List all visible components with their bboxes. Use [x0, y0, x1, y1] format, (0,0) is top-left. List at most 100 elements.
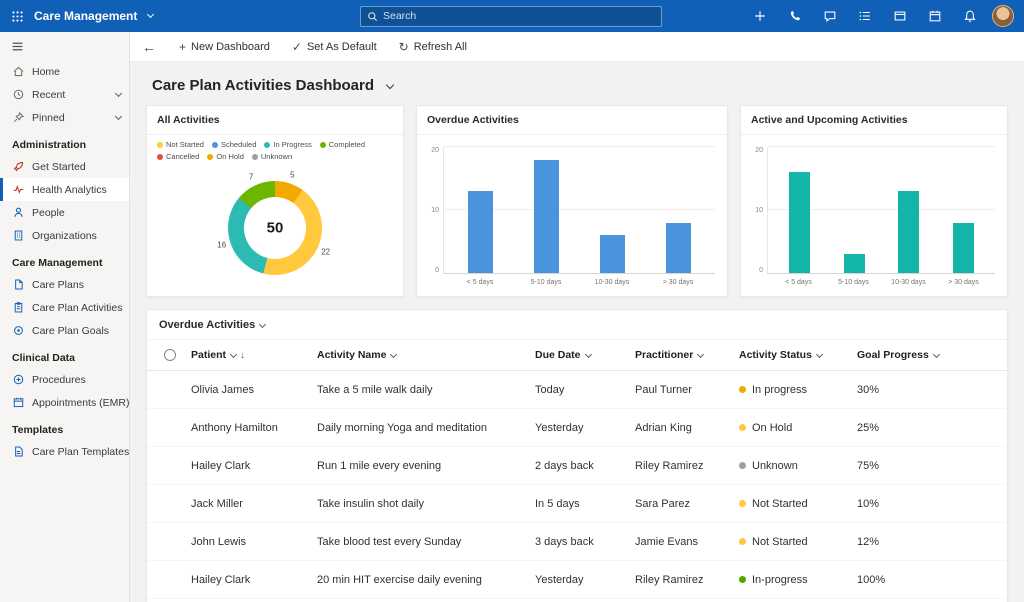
column-header-patient[interactable]: Patient ↓ — [191, 349, 317, 361]
column-header-practitioner[interactable]: Practitioner — [635, 349, 739, 361]
main-content: ← + New Dashboard ✓ Set As Default ↻ Ref… — [130, 32, 1024, 602]
set-as-default-button[interactable]: ✓ Set As Default — [281, 32, 388, 61]
status-dot — [739, 500, 746, 507]
status-dot — [739, 462, 746, 469]
home-icon — [12, 65, 25, 78]
legend-label: Unknown — [261, 152, 292, 162]
sidebar-collapse-icon[interactable] — [0, 32, 129, 60]
column-header-due-date[interactable]: Due Date — [535, 349, 635, 361]
sidebar-item-organizations[interactable]: Organizations — [0, 224, 129, 247]
expand-chevron-icon[interactable] — [111, 112, 121, 124]
column-header-activity-name[interactable]: Activity Name — [317, 349, 535, 361]
window-icon[interactable] — [887, 3, 913, 29]
sidebar-item-home[interactable]: Home — [0, 60, 129, 83]
overdue-bar-chart: 20100 < 5 days5-10 days10-30 days> 30 da… — [417, 135, 727, 296]
bar[interactable] — [666, 223, 691, 273]
sidebar-item-label: Pinned — [32, 112, 65, 124]
bar[interactable] — [898, 191, 919, 273]
bell-icon[interactable] — [957, 3, 983, 29]
cell-patient: Olivia James — [191, 384, 317, 396]
expand-chevron-icon[interactable] — [111, 89, 121, 101]
legend-label: Not Started — [166, 140, 204, 150]
sidebar-item-recent[interactable]: Recent — [0, 83, 129, 106]
template-document-icon — [12, 445, 25, 458]
user-avatar[interactable] — [992, 5, 1014, 27]
sidebar-item-label: People — [32, 207, 65, 219]
cell-goal-progress: 75% — [857, 460, 1007, 472]
search-icon — [367, 11, 378, 22]
bar[interactable] — [953, 223, 974, 273]
sidebar-item-people[interactable]: People — [0, 201, 129, 224]
topbar-icons — [747, 3, 1024, 29]
sidebar-item-get-started[interactable]: Get Started — [0, 155, 129, 178]
add-icon[interactable] — [747, 3, 773, 29]
refresh-all-button[interactable]: ↻ Refresh All — [388, 32, 478, 61]
cell-activity-name: Daily morning Yoga and meditation — [317, 422, 535, 434]
x-tick-label: 5-10 days — [513, 279, 579, 286]
donut-value-label: 7 — [249, 173, 253, 182]
phone-icon[interactable] — [782, 3, 808, 29]
column-header-goal-progress[interactable]: Goal Progress — [857, 349, 1007, 361]
sidebar-item-care-plans[interactable]: Care Plans — [0, 273, 129, 296]
cell-goal-progress: 12% — [857, 536, 1007, 548]
sidebar-item-procedures[interactable]: Procedures — [0, 368, 129, 391]
button-label: New Dashboard — [191, 41, 270, 53]
select-all-radio[interactable] — [164, 349, 176, 361]
sidebar-item-appointments-emr[interactable]: Appointments (EMR) — [0, 391, 129, 414]
dashboard-selector-chevron-icon[interactable] — [386, 80, 394, 88]
sidebar-item-pinned[interactable]: Pinned — [0, 106, 129, 129]
sidebar-item-health-analytics[interactable]: Health Analytics — [0, 178, 129, 201]
back-button[interactable]: ← — [130, 39, 168, 55]
app-launcher-waffle-icon[interactable] — [0, 10, 34, 23]
charts-row: All Activities Not StartedScheduledIn Pr… — [146, 105, 1008, 297]
calendar-icon[interactable] — [922, 3, 948, 29]
search-input[interactable] — [383, 10, 655, 22]
table-row[interactable]: John LewisTake blood test every Sunday3 … — [147, 523, 1007, 561]
table-row[interactable]: Hailey Clark20 min HIT exercise daily ev… — [147, 561, 1007, 599]
sidebar-group-header: Care Management — [0, 247, 129, 273]
cell-due-date: Yesterday — [535, 574, 635, 586]
plus-icon: + — [179, 41, 186, 53]
app-title[interactable]: Care Management — [34, 9, 153, 23]
x-tick-label: 10-30 days — [881, 279, 936, 286]
bar[interactable] — [844, 254, 865, 273]
pin-icon — [12, 111, 25, 124]
column-label: Goal Progress — [857, 349, 929, 361]
y-tick-label: 20 — [431, 147, 439, 154]
legend-item: Not Started — [157, 140, 204, 150]
new-dashboard-button[interactable]: + New Dashboard — [168, 32, 281, 61]
table-row[interactable]: Olivia JamesTake a 5 mile walk dailyToda… — [147, 371, 1007, 409]
sidebar-group-header: Templates — [0, 414, 129, 440]
refresh-icon: ↻ — [399, 41, 409, 53]
target-icon — [12, 324, 25, 337]
cell-practitioner: Paul Turner — [635, 384, 739, 396]
chat-icon[interactable] — [817, 3, 843, 29]
column-label: Practitioner — [635, 349, 693, 361]
sidebar-item-care-plan-activities[interactable]: Care Plan Activities — [0, 296, 129, 319]
table-body: Olivia JamesTake a 5 mile walk dailyToda… — [147, 371, 1007, 599]
table-row[interactable]: Hailey ClarkRun 1 mile every evening2 da… — [147, 447, 1007, 485]
button-label: Refresh All — [414, 41, 467, 53]
active-upcoming-bar-chart: 20100 < 5 days5-10 days10-30 days> 30 da… — [741, 135, 1007, 296]
bar[interactable] — [789, 172, 810, 273]
y-tick-label: 0 — [435, 267, 439, 274]
tasks-icon[interactable] — [852, 3, 878, 29]
card-title: Overdue Activities — [417, 106, 727, 135]
global-search[interactable] — [360, 6, 662, 27]
sidebar-item-care-plan-templates[interactable]: Care Plan Templates — [0, 440, 129, 463]
bars — [768, 147, 995, 273]
bar[interactable] — [468, 191, 493, 273]
y-tick-label: 20 — [755, 147, 763, 154]
status-label: In progress — [752, 384, 807, 396]
column-header-activity-status[interactable]: Activity Status — [739, 349, 857, 361]
x-tick-label: > 30 days — [645, 279, 711, 286]
bar[interactable] — [534, 160, 559, 273]
table-row[interactable]: Anthony HamiltonDaily morning Yoga and m… — [147, 409, 1007, 447]
table-row[interactable]: Jack MillerTake insulin shot dailyIn 5 d… — [147, 485, 1007, 523]
table-title-chevron-icon[interactable] — [259, 320, 266, 327]
sidebar-item-care-plan-goals[interactable]: Care Plan Goals — [0, 319, 129, 342]
bar-column — [936, 147, 991, 273]
sidebar-item-label: Appointments (EMR) — [32, 397, 129, 409]
card-title: Active and Upcoming Activities — [741, 106, 1007, 135]
bar[interactable] — [600, 235, 625, 273]
